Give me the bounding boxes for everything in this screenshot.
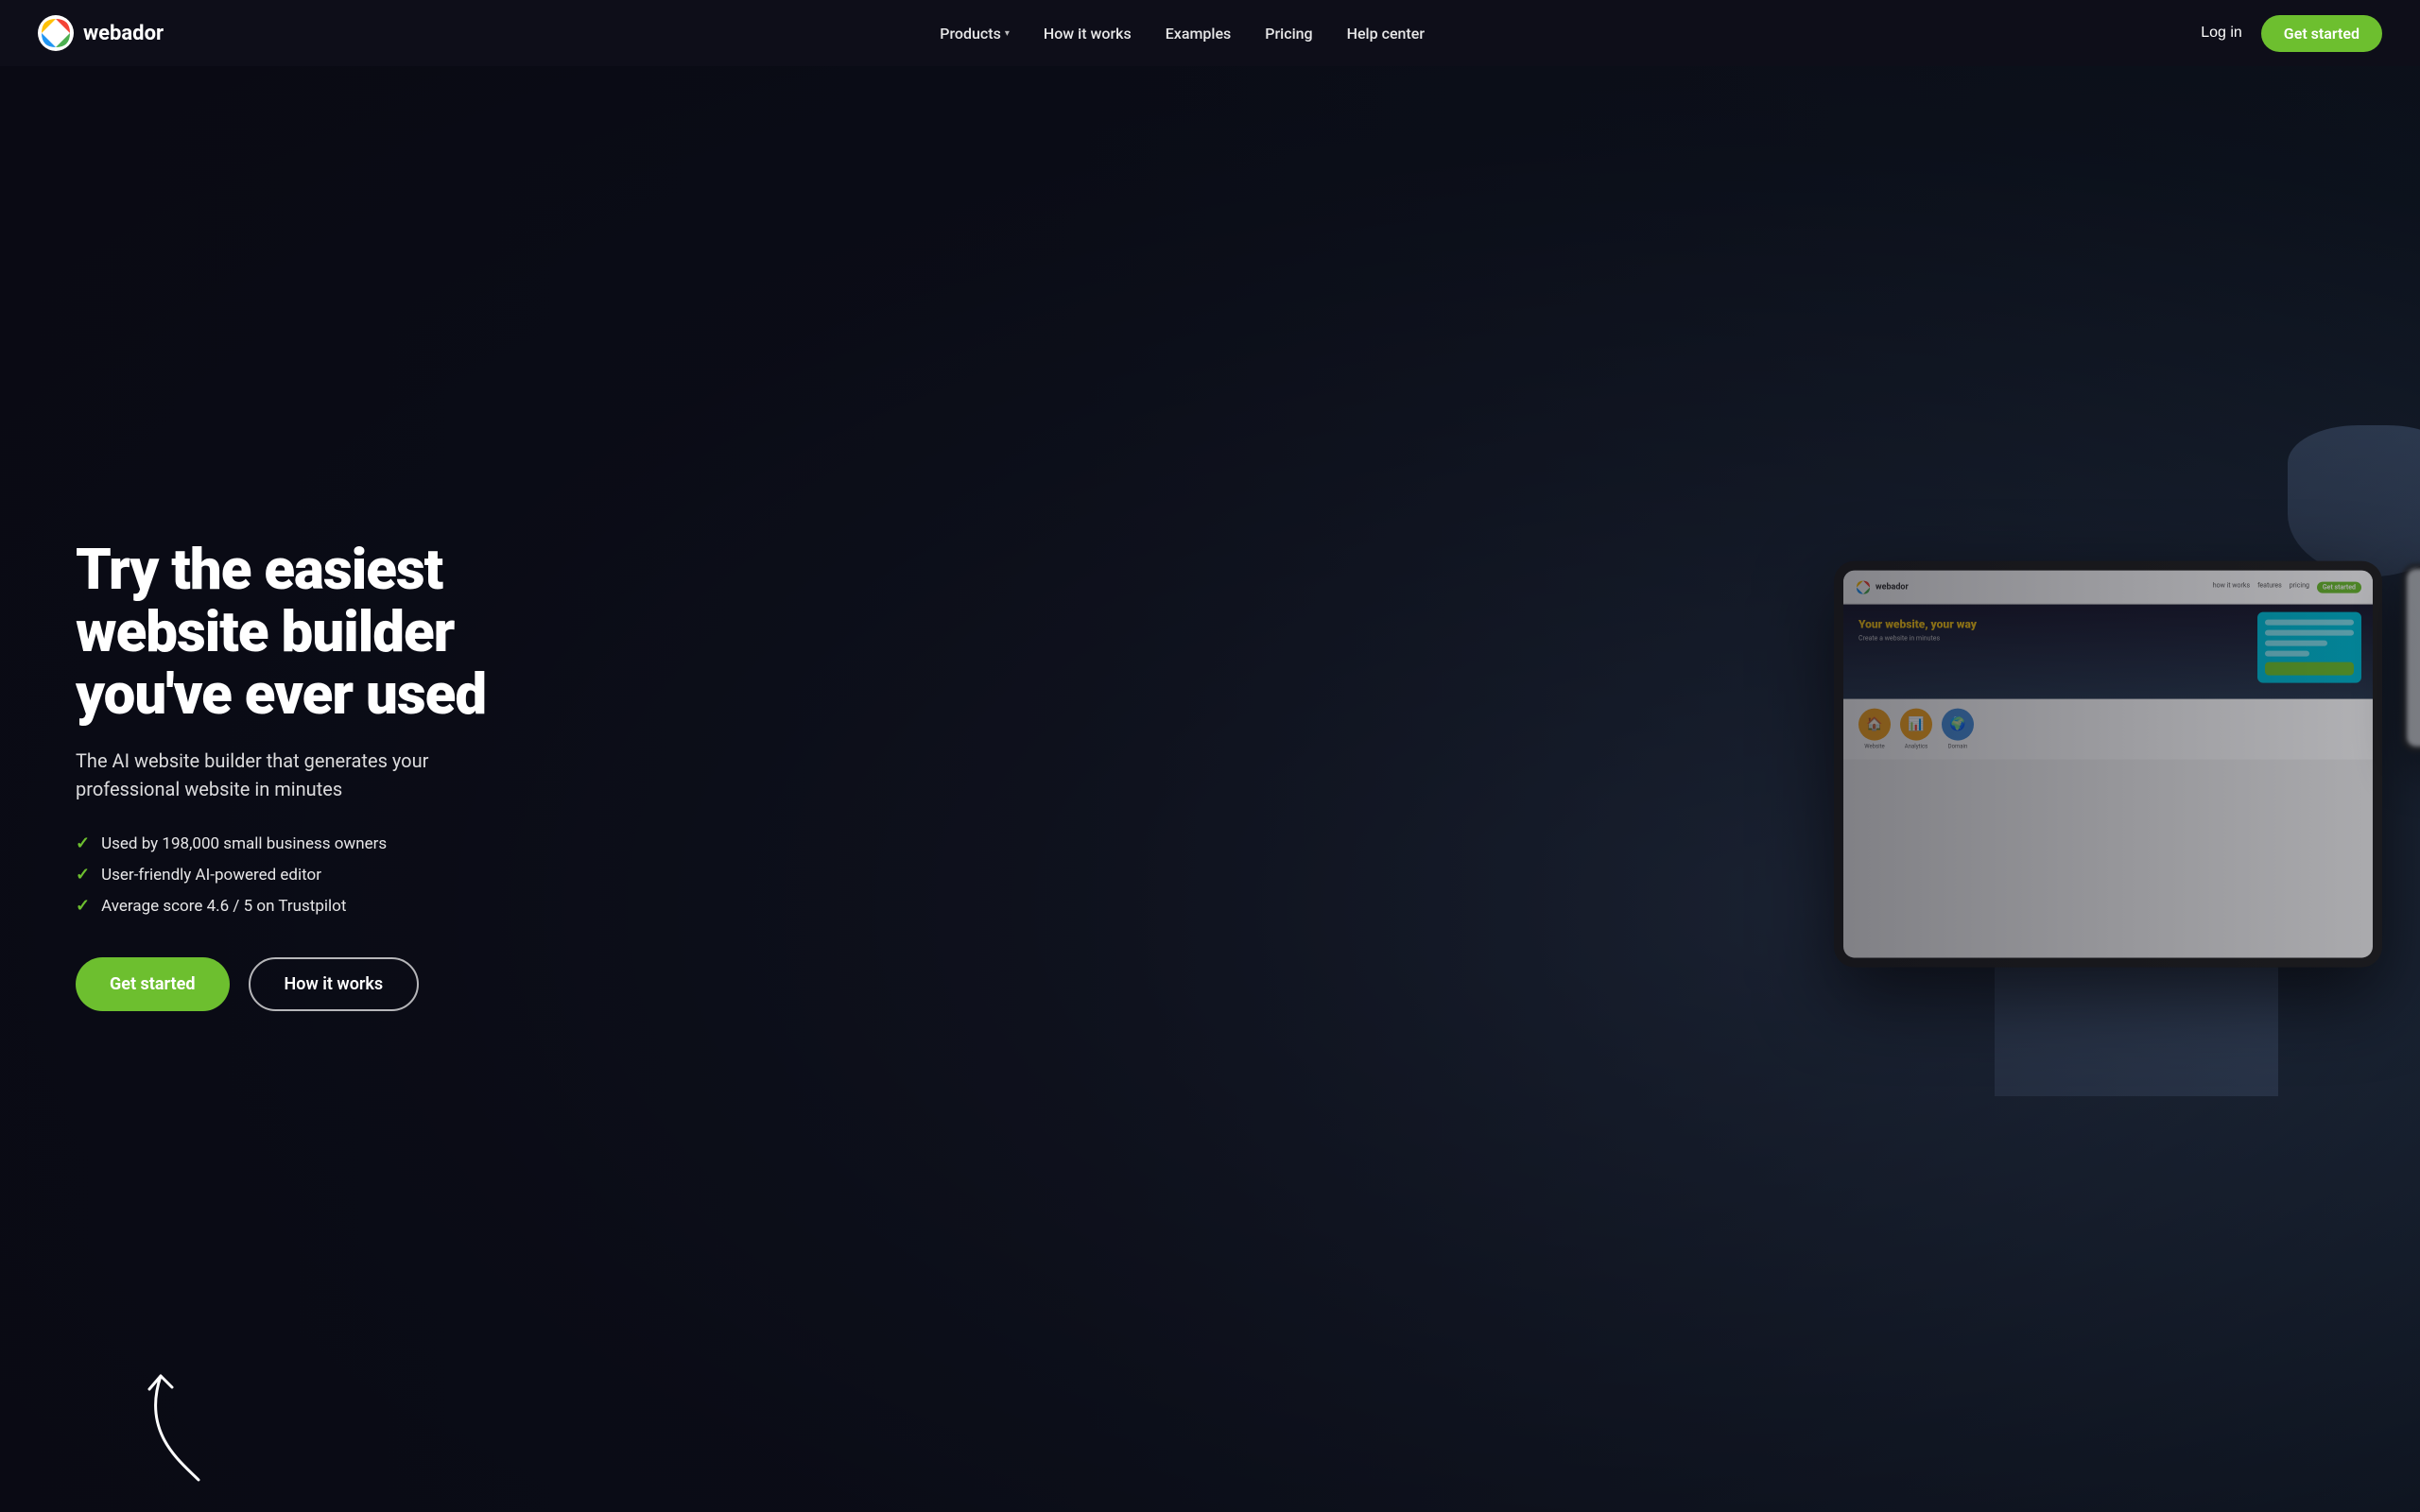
hero-buttons: Get started How it works bbox=[76, 957, 529, 1011]
check-icon-2: ✓ bbox=[76, 865, 90, 885]
get-started-hero-button[interactable]: Get started bbox=[76, 957, 230, 1011]
navbar: webador Products ▾ How it works Examples… bbox=[0, 0, 2420, 66]
hero-feature-text-1: Used by 198,000 small business owners bbox=[101, 834, 387, 853]
hero-section: webador how it works features pricing Ge… bbox=[0, 0, 2420, 1512]
brand-logo-icon bbox=[38, 15, 74, 51]
hero-feature-item-3: ✓ Average score 4.6 / 5 on Trustpilot bbox=[76, 896, 529, 916]
hero-feature-item-2: ✓ User-friendly AI-powered editor bbox=[76, 865, 529, 885]
nav-item-examples[interactable]: Examples bbox=[1166, 25, 1232, 43]
nav-item-help-center[interactable]: Help center bbox=[1347, 25, 1425, 43]
nav-products-link[interactable]: Products ▾ bbox=[940, 25, 1010, 43]
nav-pricing-link[interactable]: Pricing bbox=[1265, 25, 1312, 43]
get-started-nav-button[interactable]: Get started bbox=[2261, 15, 2382, 52]
how-it-works-button[interactable]: How it works bbox=[249, 957, 420, 1011]
hero-feature-item-1: ✓ Used by 198,000 small business owners bbox=[76, 833, 529, 853]
hero-feature-text-2: User-friendly AI-powered editor bbox=[101, 866, 321, 885]
nav-item-products[interactable]: Products ▾ bbox=[940, 25, 1010, 43]
nav-how-it-works-link[interactable]: How it works bbox=[1044, 25, 1132, 43]
check-icon-1: ✓ bbox=[76, 833, 90, 853]
hero-features-list: ✓ Used by 198,000 small business owners … bbox=[76, 833, 529, 916]
check-icon-3: ✓ bbox=[76, 896, 90, 916]
brand-logo-link[interactable]: webador bbox=[38, 15, 164, 51]
chevron-down-icon: ▾ bbox=[1005, 28, 1010, 39]
hero-arrow bbox=[113, 1357, 227, 1493]
hero-feature-text-3: Average score 4.6 / 5 on Trustpilot bbox=[101, 897, 346, 916]
nav-examples-link[interactable]: Examples bbox=[1166, 25, 1232, 43]
nav-item-pricing[interactable]: Pricing bbox=[1265, 25, 1312, 43]
nav-links: Products ▾ How it works Examples Pricing… bbox=[940, 25, 1425, 43]
arrow-svg bbox=[113, 1357, 227, 1489]
hero-content: Try the easiest website builder you've e… bbox=[0, 0, 605, 1512]
login-button[interactable]: Log in bbox=[2201, 25, 2242, 42]
nav-item-how-it-works[interactable]: How it works bbox=[1044, 25, 1132, 43]
navbar-actions: Log in Get started bbox=[2201, 15, 2382, 52]
brand-name: webador bbox=[83, 22, 164, 45]
nav-help-center-link[interactable]: Help center bbox=[1347, 25, 1425, 43]
hero-subtitle: The AI website builder that generates yo… bbox=[76, 747, 529, 803]
hero-title: Try the easiest website builder you've e… bbox=[76, 539, 529, 726]
